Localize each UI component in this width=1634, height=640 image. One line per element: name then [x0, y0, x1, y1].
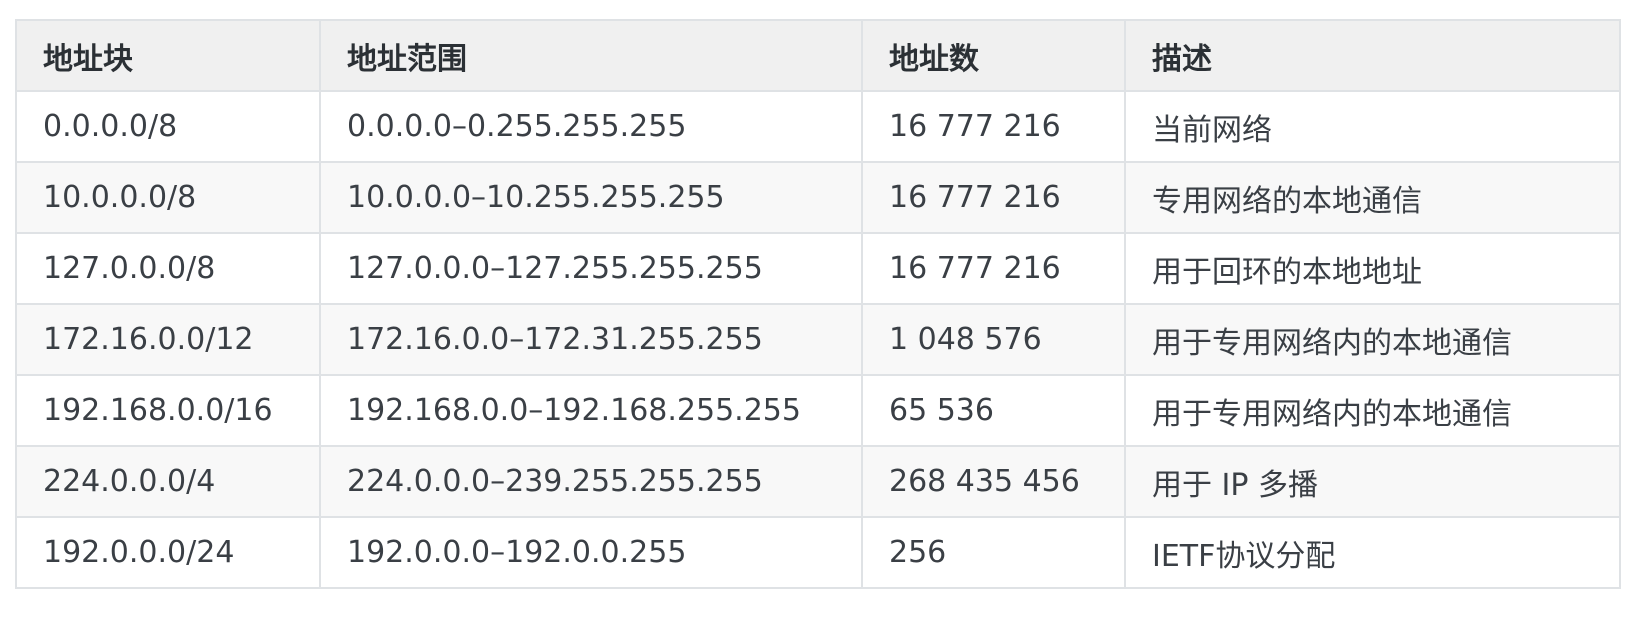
cell-description: 用于回环的本地地址 — [1124, 232, 1621, 305]
cell-address-range: 10.0.0.0–10.255.255.255 — [319, 161, 863, 234]
cell-address-count: 268 435 456 — [861, 445, 1126, 518]
cell-address-block: 0.0.0.0/8 — [15, 90, 321, 163]
cell-description: 用于 IP 多播 — [1124, 445, 1621, 518]
cell-address-block: 224.0.0.0/4 — [15, 445, 321, 518]
cell-address-range: 192.0.0.0–192.0.0.255 — [319, 516, 863, 589]
cell-address-count: 16 777 216 — [861, 90, 1126, 163]
cell-description: 用于专用网络内的本地通信 — [1124, 374, 1621, 447]
cell-description: IETF协议分配 — [1124, 516, 1621, 589]
address-block-table: 地址块 地址范围 地址数 描述 0.0.0.0/8 0.0.0.0–0.255.… — [15, 19, 1621, 589]
header-description: 描述 — [1124, 19, 1621, 92]
header-address-block: 地址块 — [15, 19, 321, 92]
cell-description: 用于专用网络内的本地通信 — [1124, 303, 1621, 376]
cell-address-count: 1 048 576 — [861, 303, 1126, 376]
cell-address-block: 127.0.0.0/8 — [15, 232, 321, 305]
cell-address-block: 10.0.0.0/8 — [15, 161, 321, 234]
header-address-count: 地址数 — [861, 19, 1126, 92]
cell-address-count: 16 777 216 — [861, 232, 1126, 305]
cell-address-range: 0.0.0.0–0.255.255.255 — [319, 90, 863, 163]
cell-address-range: 127.0.0.0–127.255.255.255 — [319, 232, 863, 305]
cell-address-block: 192.168.0.0/16 — [15, 374, 321, 447]
cell-address-count: 256 — [861, 516, 1126, 589]
cell-address-range: 192.168.0.0–192.168.255.255 — [319, 374, 863, 447]
table-row: 192.0.0.0/24 192.0.0.0–192.0.0.255 256 I… — [15, 516, 1621, 589]
table-row: 172.16.0.0/12 172.16.0.0–172.31.255.255 … — [15, 303, 1621, 376]
cell-address-block: 192.0.0.0/24 — [15, 516, 321, 589]
cell-address-count: 65 536 — [861, 374, 1126, 447]
table-row: 0.0.0.0/8 0.0.0.0–0.255.255.255 16 777 2… — [15, 90, 1621, 163]
header-address-range: 地址范围 — [319, 19, 863, 92]
table-row: 10.0.0.0/8 10.0.0.0–10.255.255.255 16 77… — [15, 161, 1621, 234]
table-row: 127.0.0.0/8 127.0.0.0–127.255.255.255 16… — [15, 232, 1621, 305]
table-row: 192.168.0.0/16 192.168.0.0–192.168.255.2… — [15, 374, 1621, 447]
table-row: 224.0.0.0/4 224.0.0.0–239.255.255.255 26… — [15, 445, 1621, 518]
table-header-row: 地址块 地址范围 地址数 描述 — [15, 19, 1621, 92]
cell-address-block: 172.16.0.0/12 — [15, 303, 321, 376]
cell-address-range: 172.16.0.0–172.31.255.255 — [319, 303, 863, 376]
cell-address-range: 224.0.0.0–239.255.255.255 — [319, 445, 863, 518]
cell-description: 当前网络 — [1124, 90, 1621, 163]
cell-address-count: 16 777 216 — [861, 161, 1126, 234]
cell-description: 专用网络的本地通信 — [1124, 161, 1621, 234]
